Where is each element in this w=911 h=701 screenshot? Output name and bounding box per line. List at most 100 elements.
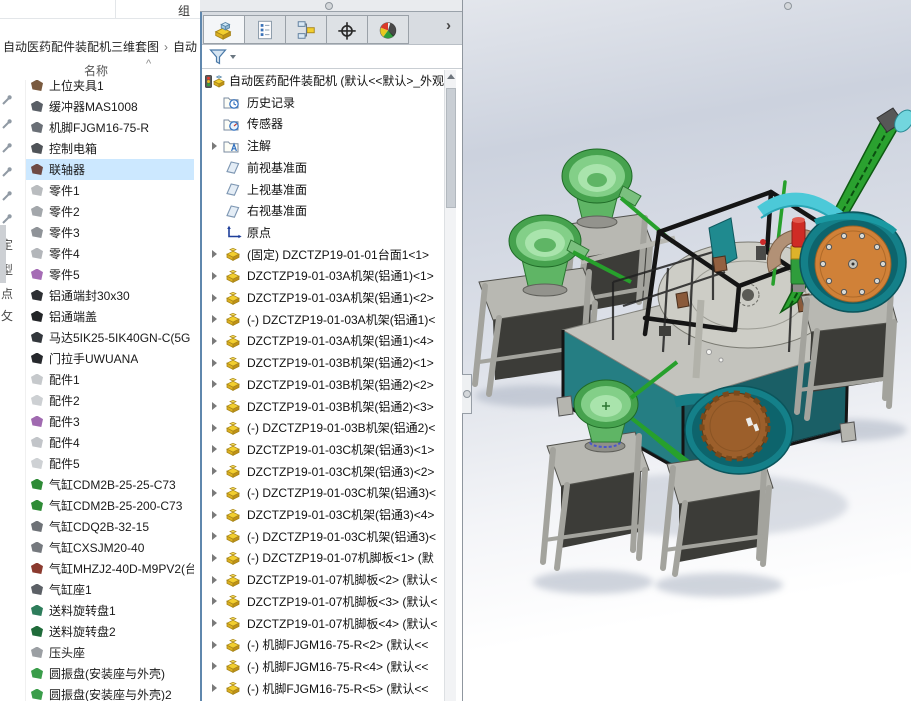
sort-ascending-icon[interactable]: ^	[146, 58, 151, 70]
tree-item[interactable]: DZCTZP19-01-07机脚板<2> (默认<	[203, 569, 444, 590]
file-list-item[interactable]: 圆振盘(安装座与外壳)2	[26, 684, 194, 701]
panel-splitter-handle-icon[interactable]	[325, 2, 333, 10]
viewport-split-handle-icon[interactable]	[784, 2, 792, 10]
file-list-item[interactable]: 配件2	[26, 390, 194, 411]
parts-disc-bottom[interactable]	[685, 386, 793, 474]
breadcrumb-folder[interactable]: 自动	[173, 40, 197, 54]
tree-item[interactable]: (-) 机脚FJGM16-75-R<5> (默认<<	[203, 678, 444, 699]
name-column-header[interactable]: 名称	[84, 62, 108, 79]
file-list-item[interactable]: 气缸MHZJ2-40D-M9PV2(台	[26, 558, 194, 579]
file-list-item[interactable]: 圆振盘(安装座与外壳)	[26, 663, 194, 684]
tree-item[interactable]: 自动医药配件装配机 (默认<<默认>_外观	[203, 70, 444, 91]
file-list-item[interactable]: 气缸CDM2B-25-25-C73	[26, 474, 194, 495]
tree-item[interactable]: DZCTZP19-01-03B机架(铝通2)<2>	[203, 374, 444, 395]
more-tabs-button[interactable]: ›	[446, 17, 460, 34]
file-list-item[interactable]: 零件2	[26, 201, 194, 222]
file-list-item[interactable]: 联轴器	[26, 159, 194, 180]
expand-arrow-icon[interactable]	[212, 576, 217, 584]
expand-arrow-icon[interactable]	[212, 489, 217, 497]
file-list-item[interactable]: 气缸CDQ2B-32-15	[26, 516, 194, 537]
expand-arrow-icon[interactable]	[212, 532, 217, 540]
expand-arrow-icon[interactable]	[212, 597, 217, 605]
tab-dimxpertmanager[interactable]	[326, 15, 368, 44]
tree-item[interactable]: 历史记录	[203, 92, 444, 113]
filter-dropdown-caret-icon[interactable]	[230, 55, 236, 59]
scrollbar-thumb[interactable]	[446, 88, 456, 208]
file-list-item[interactable]: 铝通端盖	[26, 306, 194, 327]
feeder-stand-bottom-left[interactable]	[543, 432, 649, 568]
expand-arrow-icon[interactable]	[212, 315, 217, 323]
organize-menu-label[interactable]: 组	[178, 2, 190, 19]
tree-item[interactable]: 注解	[203, 135, 444, 156]
file-list-item[interactable]: 零件3	[26, 222, 194, 243]
file-list-item[interactable]: 送料旋转盘2	[26, 621, 194, 642]
file-list-item[interactable]: 压头座	[26, 642, 194, 663]
file-list-item[interactable]: 控制电箱	[26, 138, 194, 159]
file-list-item[interactable]: 零件5	[26, 264, 194, 285]
expand-arrow-icon[interactable]	[212, 250, 217, 258]
expand-arrow-icon[interactable]	[212, 380, 217, 388]
scroll-up-arrow-icon[interactable]	[447, 74, 455, 79]
tree-item[interactable]: DZCTZP19-01-03C机架(铝通3)<4>	[203, 504, 444, 525]
file-list-item[interactable]: 缓冲器MAS1008	[26, 96, 194, 117]
tree-item[interactable]: DZCTZP19-01-03C机架(铝通3)<1>	[203, 439, 444, 460]
file-list-item[interactable]: 配件1	[26, 369, 194, 390]
tree-item[interactable]: DZCTZP19-01-03C机架(铝通3)<2>	[203, 461, 444, 482]
tree-item[interactable]: (固定) DZCTZP19-01-01台面1<1>	[203, 244, 444, 265]
tree-scrollbar[interactable]	[444, 70, 456, 701]
splitter-handle-icon[interactable]	[463, 390, 471, 398]
expand-arrow-icon[interactable]	[212, 142, 217, 150]
tree-item[interactable]: (-) DZCTZP19-01-07机脚板<1> (默	[203, 547, 444, 568]
expand-arrow-icon[interactable]	[212, 272, 217, 280]
viewport-splitter-tab[interactable]	[462, 374, 472, 414]
tree-item[interactable]: (-) DZCTZP19-01-03C机架(铝通3)<	[203, 526, 444, 547]
expand-arrow-icon[interactable]	[212, 511, 217, 519]
parts-disc-right[interactable]	[800, 212, 906, 312]
expand-arrow-icon[interactable]	[212, 684, 217, 692]
filter-icon[interactable]	[208, 48, 228, 66]
expand-arrow-icon[interactable]	[212, 359, 217, 367]
tree-item[interactable]: 右视基准面	[203, 200, 444, 221]
tab-displaymanager[interactable]	[367, 15, 409, 44]
expand-arrow-icon[interactable]	[212, 424, 217, 432]
expand-arrow-icon[interactable]	[212, 619, 217, 627]
file-list-item[interactable]: 零件4	[26, 243, 194, 264]
expand-arrow-icon[interactable]	[212, 662, 217, 670]
file-list-item[interactable]: 零件1	[26, 180, 194, 201]
expand-arrow-icon[interactable]	[212, 402, 217, 410]
file-list-item[interactable]: 气缸CDM2B-25-200-C73	[26, 495, 194, 516]
tree-item[interactable]: (-) DZCTZP19-01-03A机架(铝通1)<	[203, 309, 444, 330]
expand-arrow-icon[interactable]	[212, 641, 217, 649]
tree-item[interactable]: 前视基准面	[203, 157, 444, 178]
tree-item[interactable]: DZCTZP19-01-03B机架(铝通2)<1>	[203, 352, 444, 373]
tree-item[interactable]: (-) 机脚FJGM16-75-R<4> (默认<<	[203, 656, 444, 677]
file-list-item[interactable]: 气缸CXSJM20-40	[26, 537, 194, 558]
tree-item[interactable]: DZCTZP19-01-03A机架(铝通1)<4>	[203, 330, 444, 351]
tree-item[interactable]: DZCTZP19-01-03A机架(铝通1)<2>	[203, 287, 444, 308]
tree-item[interactable]: 传感器	[203, 113, 444, 134]
tab-propertymanager[interactable]	[244, 15, 286, 44]
expand-arrow-icon[interactable]	[212, 445, 217, 453]
file-list-item[interactable]: 送料旋转盘1	[26, 600, 194, 621]
tree-item[interactable]: 上视基准面	[203, 179, 444, 200]
tree-item[interactable]: DZCTZP19-01-03B机架(铝通2)<3>	[203, 396, 444, 417]
file-list-item[interactable]: 机脚FJGM16-75-R	[26, 117, 194, 138]
breadcrumb-folder[interactable]: 自动医药配件装配机三维套图	[3, 40, 159, 54]
tab-featuremanager[interactable]	[203, 15, 245, 44]
file-list-item[interactable]: 配件3	[26, 411, 194, 432]
expand-arrow-icon[interactable]	[212, 294, 217, 302]
tree-item[interactable]: (-) 机脚FJGM16-75-R<2> (默认<<	[203, 634, 444, 655]
tree-item[interactable]: 原点	[203, 222, 444, 243]
file-list-item[interactable]: 铝通端封30x30	[26, 285, 194, 306]
expand-arrow-icon[interactable]	[212, 554, 217, 562]
expand-arrow-icon[interactable]	[212, 337, 217, 345]
tree-item[interactable]: DZCTZP19-01-03A机架(铝通1)<1>	[203, 265, 444, 286]
tree-item[interactable]: DZCTZP19-01-07机脚板<4> (默认<	[203, 613, 444, 634]
file-list-item[interactable]: 马达5IK25-5IK40GN-C(5G	[26, 327, 194, 348]
tab-configurationmanager[interactable]	[285, 15, 327, 44]
file-list-item[interactable]: 气缸座1	[26, 579, 194, 600]
file-list-item[interactable]: 门拉手UWUANA	[26, 348, 194, 369]
file-list-item[interactable]: 配件4	[26, 432, 194, 453]
tree-item[interactable]: (-) DZCTZP19-01-03C机架(铝通3)<	[203, 482, 444, 503]
expand-arrow-icon[interactable]	[212, 467, 217, 475]
